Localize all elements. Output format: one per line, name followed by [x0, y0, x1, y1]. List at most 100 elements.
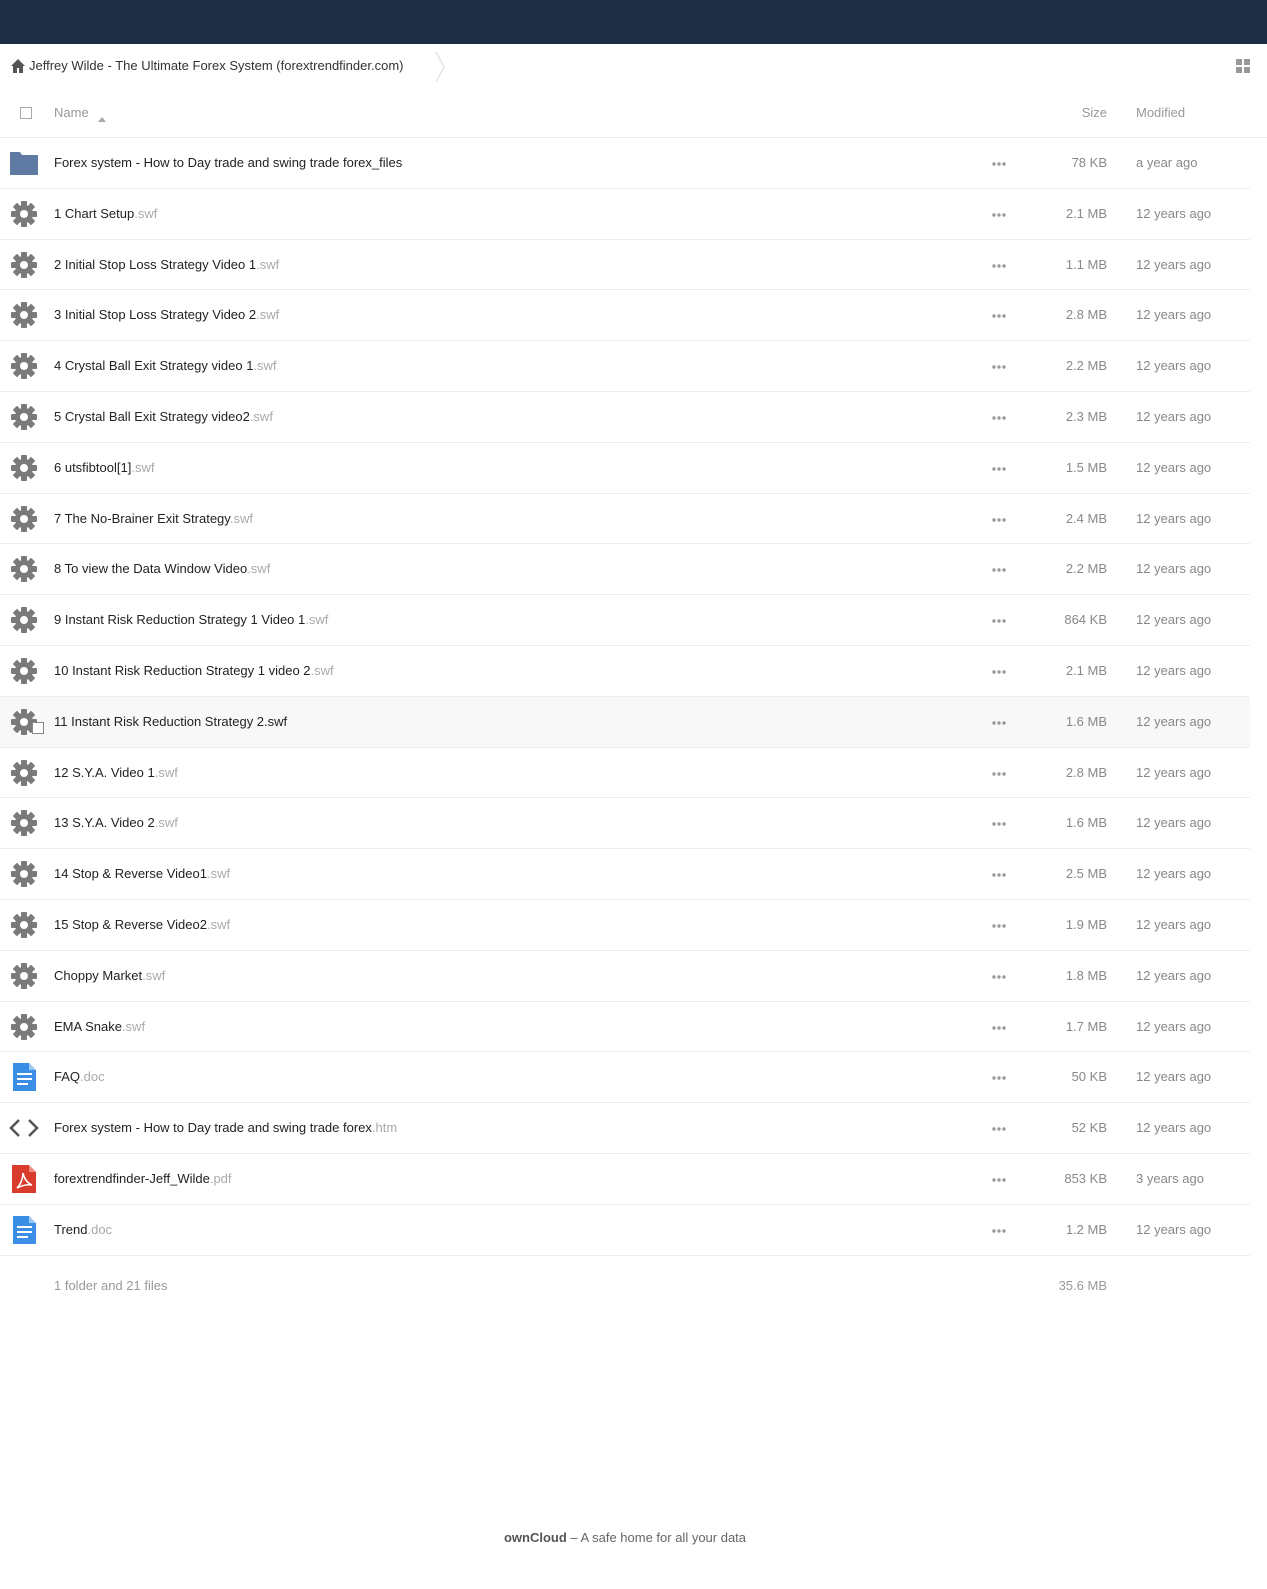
footer-brand[interactable]: ownCloud: [504, 1530, 567, 1545]
name-column-header[interactable]: Name: [54, 105, 89, 121]
breadcrumb-current-folder[interactable]: Jeffrey Wilde - The Ultimate Forex Syste…: [29, 58, 403, 74]
more-actions-icon[interactable]: [990, 816, 1008, 832]
select-all-checkbox[interactable]: [20, 107, 32, 119]
file-name[interactable]: 8 To view the Data Window Video.swf: [54, 561, 270, 577]
file-size: 1.6 MB: [1065, 713, 1107, 729]
file-row[interactable]: EMA Snake.swf 1.7 MB 12 years ago: [0, 1002, 1250, 1053]
file-row[interactable]: 12 S.Y.A. Video 1.swf 2.8 MB 12 years ago: [0, 748, 1250, 799]
more-actions-icon[interactable]: [990, 613, 1008, 629]
more-actions-icon[interactable]: [990, 1172, 1008, 1188]
file-name[interactable]: 3 Initial Stop Loss Strategy Video 2.swf: [54, 307, 279, 323]
file-basename: 3 Initial Stop Loss Strategy Video 2: [54, 307, 257, 323]
more-actions-icon[interactable]: [990, 258, 1008, 274]
file-row[interactable]: Forex system - How to Day trade and swin…: [0, 138, 1250, 189]
more-actions-icon[interactable]: [990, 715, 1008, 731]
more-actions-icon[interactable]: [990, 410, 1008, 426]
file-modified: 12 years ago: [1136, 916, 1212, 932]
file-name[interactable]: 13 S.Y.A. Video 2.swf: [54, 815, 178, 831]
more-actions-icon[interactable]: [990, 461, 1008, 477]
more-actions-icon[interactable]: [990, 918, 1008, 934]
file-row[interactable]: 11 Instant Risk Reduction Strategy 2.swf…: [0, 696, 1250, 748]
file-name[interactable]: 11 Instant Risk Reduction Strategy 2.swf: [54, 714, 287, 730]
file-row[interactable]: FAQ.doc 50 KB 12 years ago: [0, 1052, 1250, 1104]
file-row[interactable]: 7 The No-Brainer Exit Strategy.swf 2.4 MB…: [0, 494, 1250, 545]
file-row[interactable]: 1 Chart Setup.swf 2.1 MB 12 years ago: [0, 189, 1250, 240]
file-name[interactable]: 4 Crystal Ball Exit Strategy video 1.swf: [54, 358, 277, 374]
file-row[interactable]: 8 To view the Data Window Video.swf 2.2 M…: [0, 544, 1250, 596]
file-row[interactable]: 15 Stop & Reverse Video2.swf 1.9 MB 12 yea…: [0, 900, 1250, 951]
more-actions-icon[interactable]: [990, 1121, 1008, 1137]
file-extension: .swf: [134, 205, 158, 221]
gear-icon: [9, 454, 39, 482]
more-actions-icon[interactable]: [990, 562, 1008, 578]
file-row[interactable]: 5 Crystal Ball Exit Strategy video2.swf 2…: [0, 392, 1250, 443]
file-name[interactable]: Forex system - How to Day trade and swin…: [54, 155, 402, 171]
file-row[interactable]: 9 Instant Risk Reduction Strategy 1 Vide…: [0, 595, 1250, 646]
file-name[interactable]: 12 S.Y.A. Video 1.swf: [54, 765, 178, 781]
more-actions-icon[interactable]: [990, 969, 1008, 985]
file-extension: .swf: [154, 764, 178, 780]
file-row[interactable]: 6 utsfibtool[1].swf 1.5 MB 12 years ago: [0, 443, 1250, 494]
modified-column-header[interactable]: Modified: [1136, 105, 1185, 121]
file-basename: 11 Instant Risk Reduction Strategy 2: [54, 713, 265, 729]
file-row[interactable]: 14 Stop & Reverse Video1.swf 2.5 MB 12 yea…: [0, 849, 1250, 900]
more-actions-icon[interactable]: [990, 156, 1008, 172]
file-modified: a year ago: [1136, 155, 1198, 170]
file-modified: 12 years ago: [1136, 1069, 1212, 1085]
file-size: 1.2 MB: [1065, 1221, 1107, 1237]
file-modified: 12 years ago: [1136, 561, 1212, 577]
file-name[interactable]: 10 Instant Risk Reduction Strategy 1 vid…: [54, 663, 334, 679]
file-row[interactable]: Choppy Market.swf 1.8 MB 12 years ago: [0, 951, 1250, 1002]
more-actions-icon[interactable]: [990, 1020, 1008, 1036]
file-name[interactable]: forextrendfinder-Jeff_Wilde.pdf: [54, 1171, 232, 1187]
file-name[interactable]: Forex system - How to Day trade and swin…: [54, 1120, 397, 1136]
more-actions-icon[interactable]: [990, 308, 1008, 324]
gear-icon: [9, 1013, 39, 1041]
home-icon[interactable]: [10, 58, 26, 74]
gear-icon: [9, 759, 39, 787]
file-row[interactable]: 4 Crystal Ball Exit Strategy video 1.swf…: [0, 341, 1250, 392]
file-name[interactable]: 2 Initial Stop Loss Strategy Video 1.swf: [54, 257, 279, 273]
file-name[interactable]: Choppy Market.swf: [54, 968, 165, 984]
file-extension: .swf: [256, 256, 280, 272]
gear-icon: [9, 301, 39, 329]
file-name[interactable]: 9 Instant Risk Reduction Strategy 1 Vide…: [54, 612, 328, 628]
file-row[interactable]: 3 Initial Stop Loss Strategy Video 2.swf…: [0, 290, 1250, 342]
more-actions-icon[interactable]: [990, 766, 1008, 782]
folder-icon: [9, 149, 39, 177]
gear-icon: [9, 352, 39, 380]
file-modified: 12 years ago: [1136, 1221, 1212, 1237]
grid-view-icon[interactable]: [1236, 59, 1250, 73]
more-actions-icon[interactable]: [990, 359, 1008, 375]
more-actions-icon[interactable]: [990, 1070, 1008, 1086]
file-row[interactable]: Trend.doc 1.2 MB 12 years ago: [0, 1205, 1250, 1256]
file-name[interactable]: 15 Stop & Reverse Video2.swf: [54, 917, 230, 933]
sort-ascending-icon[interactable]: [98, 110, 106, 122]
file-modified: 12 years ago: [1136, 967, 1212, 983]
file-modified: 12 years ago: [1136, 358, 1212, 374]
file-row[interactable]: forextrendfinder-Jeff_Wilde.pdf 853 KB 3 y…: [0, 1154, 1250, 1205]
file-name[interactable]: FAQ.doc: [54, 1069, 105, 1085]
file-name[interactable]: 5 Crystal Ball Exit Strategy video2.swf: [54, 409, 273, 425]
more-actions-icon[interactable]: [990, 512, 1008, 528]
file-name[interactable]: 6 utsfibtool[1].swf: [54, 460, 154, 476]
file-row[interactable]: 10 Instant Risk Reduction Strategy 1 vid…: [0, 646, 1250, 697]
more-actions-icon[interactable]: [990, 1223, 1008, 1239]
file-name[interactable]: Trend.doc: [54, 1222, 112, 1238]
file-name[interactable]: EMA Snake.swf: [54, 1019, 145, 1035]
size-column-header[interactable]: Size: [1047, 105, 1107, 121]
file-name[interactable]: 14 Stop & Reverse Video1.swf: [54, 866, 230, 882]
file-basename: 2 Initial Stop Loss Strategy Video 1: [54, 256, 257, 272]
file-row[interactable]: 2 Initial Stop Loss Strategy Video 1.swf…: [0, 240, 1250, 291]
more-actions-icon[interactable]: [990, 867, 1008, 883]
file-row[interactable]: Forex system - How to Day trade and swin…: [0, 1103, 1250, 1154]
row-checkbox[interactable]: [32, 721, 44, 734]
more-actions-icon[interactable]: [990, 664, 1008, 680]
file-name[interactable]: 1 Chart Setup.swf: [54, 206, 157, 222]
file-extension: .swf: [131, 459, 155, 475]
file-name[interactable]: 7 The No-Brainer Exit Strategy.swf: [54, 511, 253, 527]
file-size: 2.2 MB: [1065, 358, 1107, 374]
file-extension: .swf: [229, 510, 253, 526]
more-actions-icon[interactable]: [990, 207, 1008, 223]
file-row[interactable]: 13 S.Y.A. Video 2.swf 1.6 MB 12 years ago: [0, 798, 1250, 850]
